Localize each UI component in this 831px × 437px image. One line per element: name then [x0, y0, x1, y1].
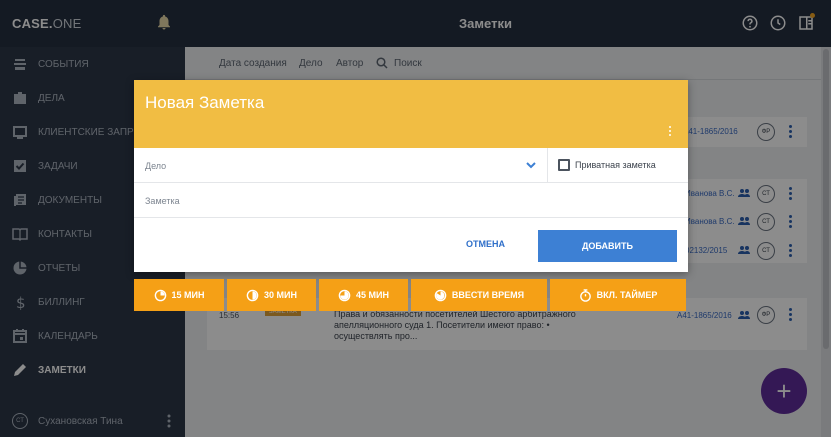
dialog-title: Новая Заметка	[145, 93, 265, 112]
dialog-menu-icon[interactable]	[669, 126, 672, 138]
timer-30-button[interactable]: 30 мин	[227, 279, 316, 311]
start-timer-button[interactable]: Вкл. таймер	[550, 279, 686, 311]
chevron-down-icon[interactable]	[526, 161, 536, 169]
enter-time-button[interactable]: Ввести время	[411, 279, 547, 311]
timer-45-button[interactable]: 45 мин	[319, 279, 408, 311]
cancel-button[interactable]: Отмена	[466, 239, 505, 249]
timer-three-quarter-icon	[338, 289, 351, 301]
private-note-toggle[interactable]: Приватная заметка	[548, 148, 688, 183]
case-select[interactable]: Дело	[134, 148, 548, 183]
private-note-checkbox[interactable]	[558, 159, 570, 171]
add-button[interactable]: Добавить	[538, 230, 677, 262]
new-note-dialog: Новая Заметка Дело Приватная заметка Зам…	[134, 80, 688, 272]
timer-15-button[interactable]: 15 мин	[134, 279, 224, 311]
stopwatch-icon	[579, 288, 591, 302]
note-textarea[interactable]: Заметка	[134, 183, 688, 218]
timer-custom-icon	[434, 289, 447, 301]
timer-quarter-icon	[154, 289, 166, 301]
dialog-header: Новая Заметка	[134, 80, 688, 148]
timer-half-icon	[246, 289, 259, 301]
